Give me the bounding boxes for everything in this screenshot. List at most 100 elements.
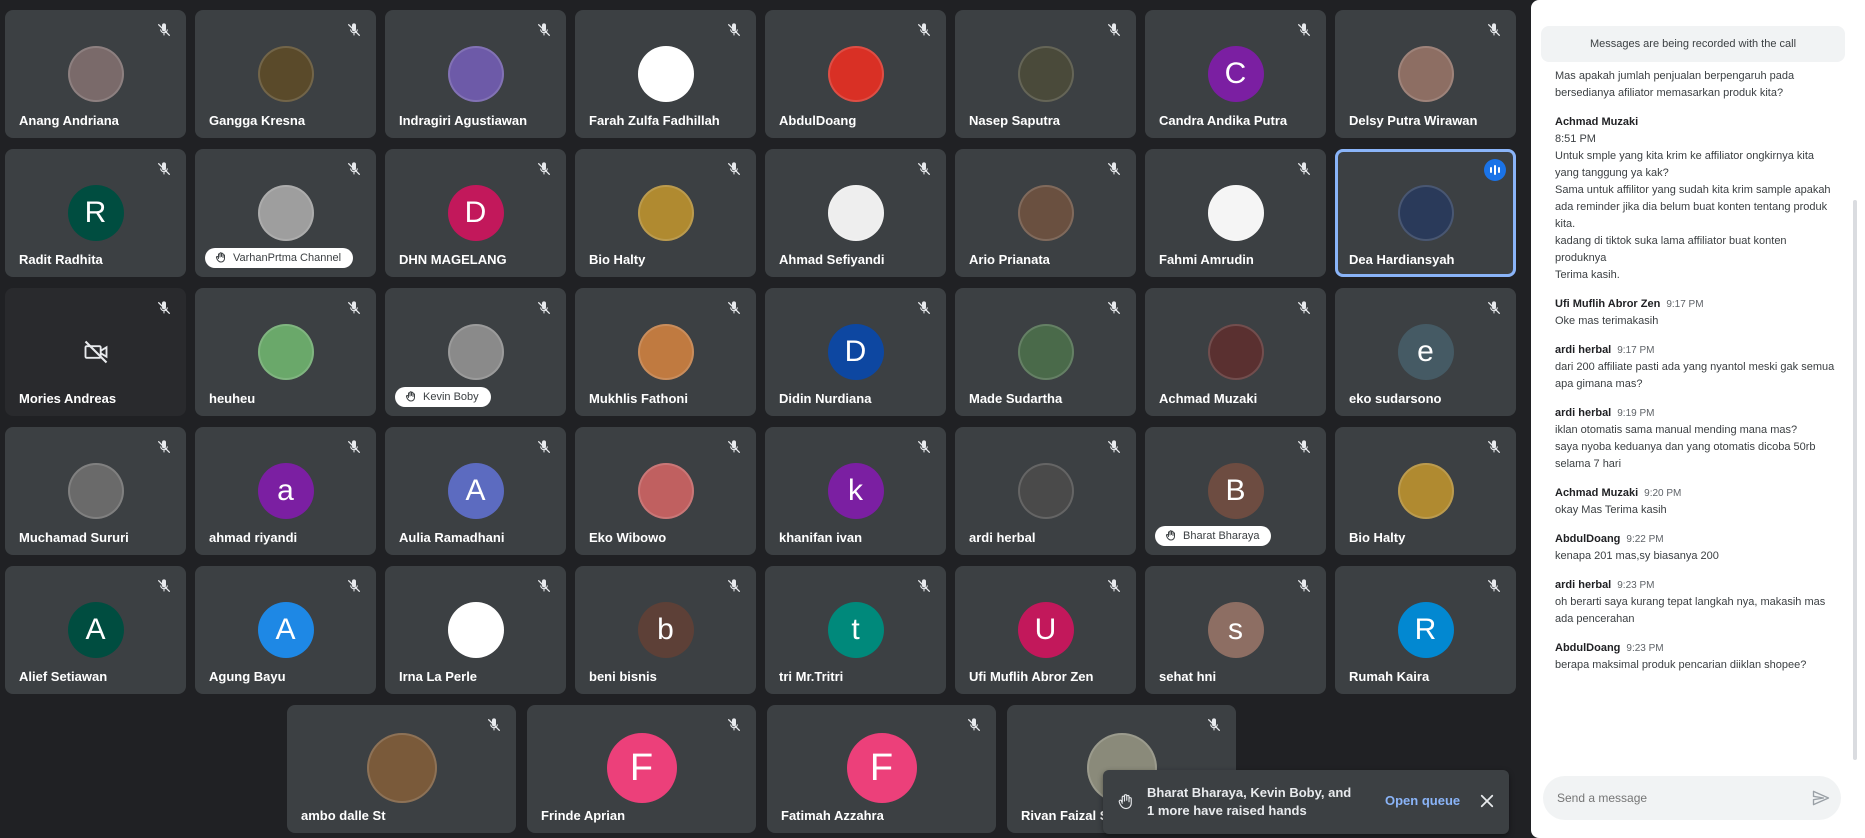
participant-tile-rumah-kaira[interactable]: R Rumah Kaira bbox=[1335, 566, 1516, 694]
participant-tile-dea-hardiansyah[interactable]: Dea Hardiansyah bbox=[1335, 149, 1516, 277]
chat-message: Achmad Muzaki 9:20 PM okay Mas Terima kasi… bbox=[1555, 485, 1835, 519]
participant-tile-kevin-boby[interactable]: Kevin Boby bbox=[385, 288, 566, 416]
participant-tile-delsy-putra-wirawan[interactable]: Delsy Putra Wirawan bbox=[1335, 10, 1516, 138]
participant-tile-heuheu[interactable]: heuheu bbox=[195, 288, 376, 416]
mic-off-icon bbox=[156, 300, 172, 316]
avatar: R bbox=[1397, 602, 1454, 658]
participant-tile-fahmi-amrudin[interactable]: Fahmi Amrudin bbox=[1145, 149, 1326, 277]
participant-tile-agung-bayu[interactable]: A Agung Bayu bbox=[195, 566, 376, 694]
chat-messages[interactable]: Mas apakah jumlah penjualan berpengaruh … bbox=[1555, 68, 1835, 763]
avatar bbox=[1017, 185, 1074, 241]
participant-tile-gangga-kresna[interactable]: Gangga Kresna bbox=[195, 10, 376, 138]
participant-tile-muchamad-sururi[interactable]: Muchamad Sururi bbox=[5, 427, 186, 555]
participant-name: Muchamad Sururi bbox=[19, 530, 129, 545]
mic-off-icon bbox=[1106, 578, 1122, 594]
participant-tile-ardi-herbal[interactable]: ardi herbal bbox=[955, 427, 1136, 555]
avatar: D bbox=[827, 324, 884, 380]
participant-name: Bio Halty bbox=[1349, 530, 1406, 545]
participant-tile-radit-radhita[interactable]: R Radit Radhita bbox=[5, 149, 186, 277]
participant-tile-made-sudartha[interactable]: Made Sudartha bbox=[955, 288, 1136, 416]
participant-tile-bio-halty[interactable]: Bio Halty bbox=[1335, 427, 1516, 555]
participant-tile-mukhlis-fathoni[interactable]: Mukhlis Fathoni bbox=[575, 288, 756, 416]
mic-off-icon bbox=[726, 578, 742, 594]
avatar bbox=[1207, 324, 1264, 380]
participant-tile-bio-halty[interactable]: Bio Halty bbox=[575, 149, 756, 277]
participant-tile-farah-zulfa-fadhillah[interactable]: Farah Zulfa Fadhillah bbox=[575, 10, 756, 138]
participant-tile-dhn-magelang[interactable]: D DHN MAGELANG bbox=[385, 149, 566, 277]
participant-tile-achmad-muzaki[interactable]: Achmad Muzaki bbox=[1145, 288, 1326, 416]
participant-tile-ambo-dalle-st[interactable]: ambo dalle St bbox=[287, 705, 516, 833]
avatar: t bbox=[827, 602, 884, 658]
avatar: F bbox=[606, 733, 677, 803]
participant-tile-sehat-hni[interactable]: s sehat hni bbox=[1145, 566, 1326, 694]
avatar: C bbox=[1207, 46, 1264, 102]
message-text: Oke mas terimakasih bbox=[1555, 315, 1659, 327]
participant-tile-eko-wibowo[interactable]: Eko Wibowo bbox=[575, 427, 756, 555]
mic-off-icon bbox=[1296, 22, 1312, 38]
chat-message: ardi herbal 9:19 PM iklan otomatis sama ma… bbox=[1555, 405, 1835, 473]
mic-off-icon bbox=[1106, 300, 1122, 316]
mic-off-icon bbox=[916, 161, 932, 177]
participant-tile-eko-sudarsono[interactable]: e eko sudarsono bbox=[1335, 288, 1516, 416]
participant-tile-khanifan-ivan[interactable]: k khanifan ivan bbox=[765, 427, 946, 555]
participant-tile-abduldoang[interactable]: AbdulDoang bbox=[765, 10, 946, 138]
participant-name: heuheu bbox=[209, 391, 256, 406]
participant-tile-indragiri-agustiawan[interactable]: Indragiri Agustiawan bbox=[385, 10, 566, 138]
chat-panel: Messages are being recorded with the cal… bbox=[1531, 0, 1865, 838]
participant-tile-ario-prianata[interactable]: Ario Prianata bbox=[955, 149, 1136, 277]
participant-tile-anang-andriana[interactable]: Anang Andriana bbox=[5, 10, 186, 138]
participant-tile-ahmad-sefiyandi[interactable]: Ahmad Sefiyandi bbox=[765, 149, 946, 277]
chat-message: AbdulDoang 9:23 PM berapa maksimal produk … bbox=[1555, 640, 1835, 674]
send-icon[interactable] bbox=[1811, 788, 1831, 808]
message-time: 9:20 PM bbox=[1644, 488, 1682, 499]
avatar bbox=[257, 324, 314, 380]
avatar bbox=[366, 733, 437, 803]
participant-name: Ufi Muflih Abror Zen bbox=[969, 669, 1094, 684]
participant-name: Delsy Putra Wirawan bbox=[1349, 113, 1478, 128]
participant-tile-beni-bisnis[interactable]: b beni bisnis bbox=[575, 566, 756, 694]
participant-name: sehat hni bbox=[1159, 669, 1217, 684]
participant-tile-aulia-ramadhani[interactable]: A Aulia Ramadhani bbox=[385, 427, 566, 555]
message-text: kenapa 201 mas,sy biasanya 200 bbox=[1555, 550, 1719, 562]
chat-scrollbar[interactable] bbox=[1853, 200, 1857, 760]
participant-tile-candra-andika-putra[interactable]: C Candra Andika Putra bbox=[1145, 10, 1326, 138]
message-input[interactable] bbox=[1557, 788, 1797, 808]
avatar: b bbox=[637, 602, 694, 658]
participant-tile-didin-nurdiana[interactable]: D Didin Nurdiana bbox=[765, 288, 946, 416]
participant-tile-irna-la-perle[interactable]: Irna La Perle bbox=[385, 566, 566, 694]
mic-off-icon bbox=[916, 22, 932, 38]
open-queue-button[interactable]: Open queue bbox=[1385, 793, 1460, 808]
avatar bbox=[447, 324, 504, 380]
participant-tile-varhanprtma-channel[interactable]: VarhanPrtma Channel bbox=[195, 149, 376, 277]
message-time: 9:17 PM bbox=[1617, 345, 1655, 356]
mic-off-icon bbox=[156, 22, 172, 38]
participant-tile-ufi-muflih-abror-zen[interactable]: U Ufi Muflih Abror Zen bbox=[955, 566, 1136, 694]
avatar bbox=[257, 185, 314, 241]
chat-message: Ufi Muflih Abror Zen 9:17 PM Oke mas terim… bbox=[1555, 296, 1835, 330]
participant-tile-alief-setiawan[interactable]: A Alief Setiawan bbox=[5, 566, 186, 694]
participant-tile-mories-andreas[interactable]: Mories Andreas bbox=[5, 288, 186, 416]
participant-tile-ahmad-riyandi[interactable]: a ahmad riyandi bbox=[195, 427, 376, 555]
mic-off-icon bbox=[536, 161, 552, 177]
message-time: 9:19 PM bbox=[1617, 408, 1655, 419]
participant-tile-nasep-saputra[interactable]: Nasep Saputra bbox=[955, 10, 1136, 138]
participant-name: AbdulDoang bbox=[779, 113, 857, 128]
message-text: dari 200 affiliate pasti ada yang nyanto… bbox=[1555, 361, 1835, 390]
chat-message: Achmad Muzaki 8:51 PM Untuk smple yang ki… bbox=[1555, 114, 1835, 284]
mic-off-icon bbox=[1486, 22, 1502, 38]
participant-name: ambo dalle St bbox=[301, 808, 386, 823]
avatar bbox=[447, 46, 504, 102]
participant-tile-tri-mr-tritri[interactable]: t tri Mr.Tritri bbox=[765, 566, 946, 694]
participant-name: tri Mr.Tritri bbox=[779, 669, 844, 684]
avatar: R bbox=[67, 185, 124, 241]
participant-tile-fatimah-azzahra[interactable]: F Fatimah Azzahra bbox=[767, 705, 996, 833]
participant-name: Fatimah Azzahra bbox=[781, 808, 884, 823]
close-icon[interactable] bbox=[1478, 792, 1496, 810]
avatar bbox=[67, 463, 124, 519]
mic-off-icon bbox=[1486, 300, 1502, 316]
participant-tile-bharat-bharaya[interactable]: B Bharat Bharaya bbox=[1145, 427, 1326, 555]
avatar: a bbox=[257, 463, 314, 519]
avatar bbox=[1397, 463, 1454, 519]
participant-tile-frinde-aprian[interactable]: F Frinde Aprian bbox=[527, 705, 756, 833]
camera-off-icon bbox=[82, 338, 110, 366]
